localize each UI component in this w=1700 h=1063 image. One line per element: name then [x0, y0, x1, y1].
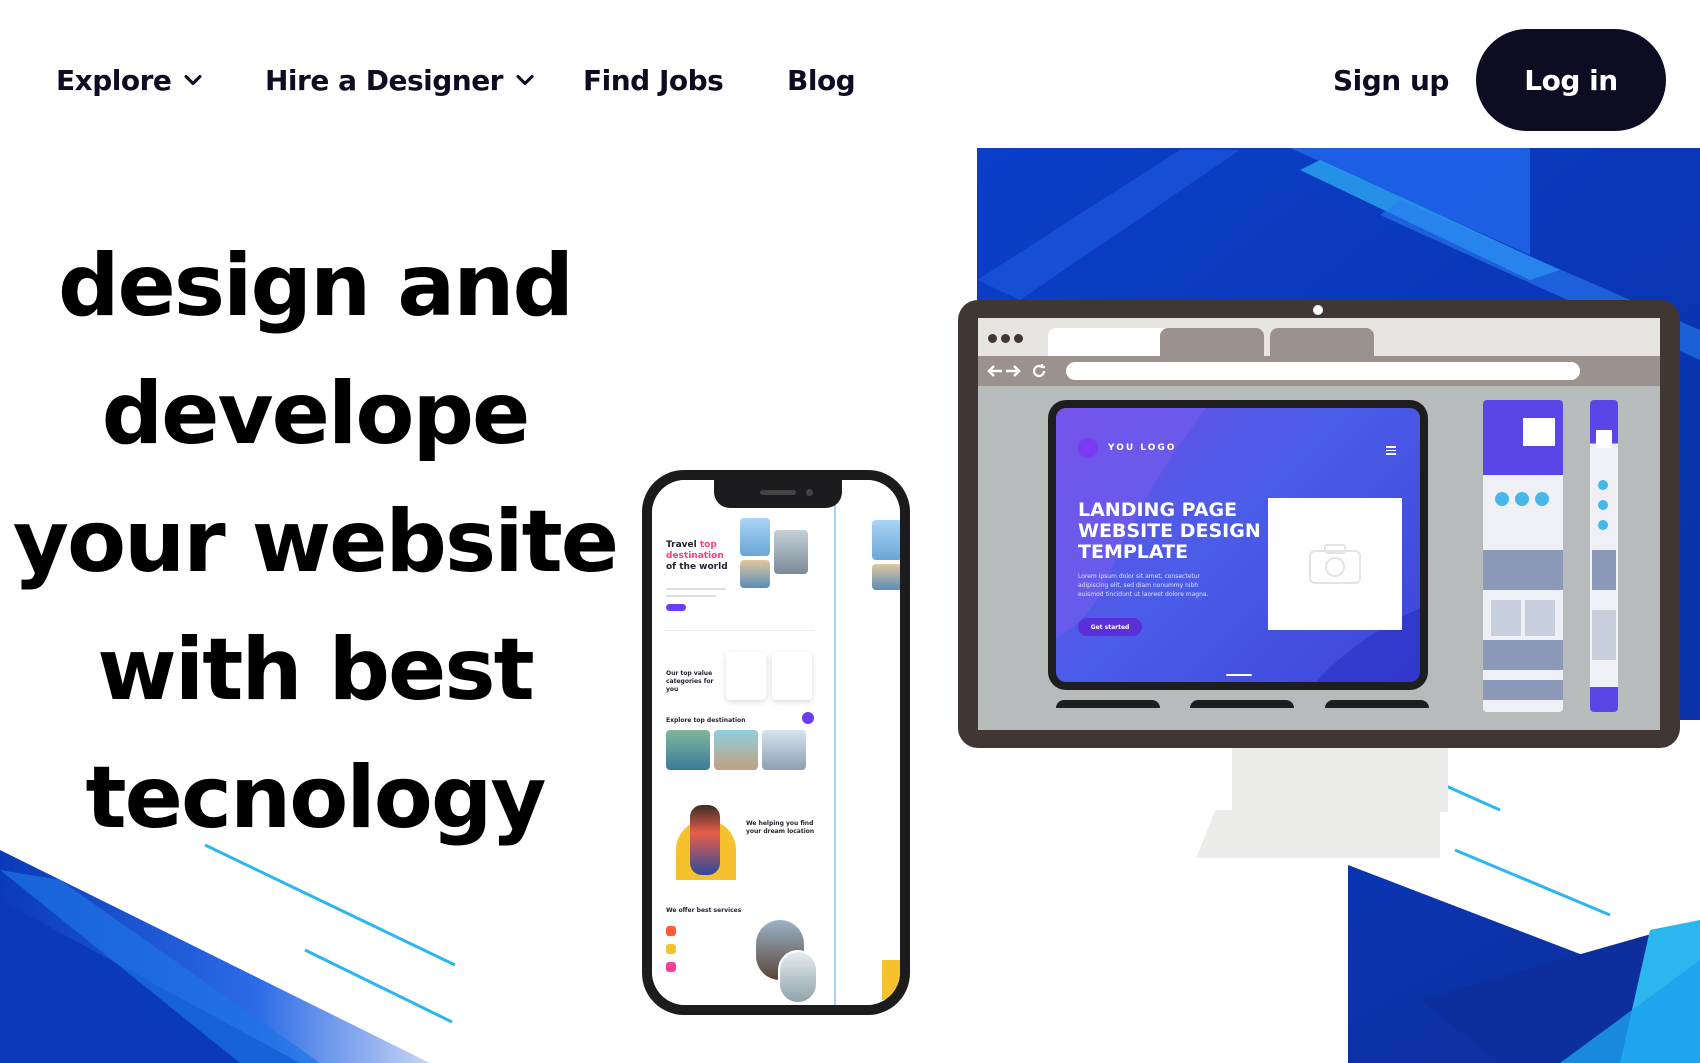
tablet-logo-mark — [1078, 438, 1098, 458]
phone-photo — [778, 950, 818, 1004]
arrow-right-icon — [1006, 365, 1021, 377]
phone-app-column-partial — [838, 480, 900, 1005]
phone-photo — [740, 560, 770, 588]
browser-tab-bar — [978, 318, 1660, 356]
tablet-logo-text: YOU LOGO — [1108, 443, 1177, 453]
tablet-title: LANDING PAGE WEBSITE DESIGN TEMPLATE — [1078, 499, 1261, 563]
tablet-edge — [1190, 700, 1294, 708]
nav-explore-label: Explore — [56, 63, 172, 97]
sign-up-label: Sign up — [1333, 63, 1449, 97]
browser-tab — [1160, 328, 1264, 356]
phone-section-2: Explore top destination — [666, 717, 746, 724]
nav-blog-label: Blog — [787, 63, 856, 97]
camera-dot — [1313, 305, 1323, 315]
tablet-edge — [1056, 700, 1160, 708]
phone-notch — [714, 480, 842, 508]
log-in-label: Log in — [1524, 63, 1618, 97]
hero-headline: design and develope your website with be… — [10, 222, 620, 862]
phone-photo — [762, 730, 806, 770]
chevron-down-icon — [184, 74, 202, 86]
hero-line-5: tecnology — [85, 748, 547, 848]
menu-icon — [1386, 446, 1396, 455]
monitor-stand-neck — [1232, 748, 1448, 812]
nav-hire-designer[interactable]: Hire a Designer — [265, 56, 539, 104]
phone-screen: Travel top destination of the world Our to… — [652, 480, 900, 1005]
monitor-stand-base — [1196, 810, 1440, 858]
home-indicator — [1226, 674, 1252, 676]
phone-photo — [714, 730, 758, 770]
page-preview-strip — [1590, 400, 1618, 712]
tablet-lorem: Lorem ipsum dolor sit amet, consectetur … — [1078, 573, 1209, 598]
hero-line-1: design and — [57, 236, 574, 336]
phone-section-3: We helping you find your dream location — [746, 820, 815, 835]
nav-hire-label: Hire a Designer — [265, 63, 504, 97]
phone-photo — [774, 530, 808, 574]
nav-blog[interactable]: Blog — [787, 56, 856, 104]
phone-app-column: Travel top destination of the world Our to… — [652, 480, 834, 1005]
chevron-down-icon — [516, 74, 534, 86]
monitor-screen: YOU LOGO LANDING PAGE WEBSITE DESIGN TEM… — [978, 318, 1660, 730]
phone-traveler-illustration — [690, 805, 720, 875]
hero-line-2: develope — [101, 364, 531, 464]
phone-photo — [740, 518, 770, 556]
tablet-cta-button: Get started — [1078, 618, 1142, 636]
arrow-left-icon — [987, 365, 1002, 377]
tablet-edge — [1325, 700, 1429, 708]
hero-line-4: with best — [97, 620, 534, 720]
monitor-mockup: YOU LOGO LANDING PAGE WEBSITE DESIGN TEM… — [958, 300, 1680, 748]
phone-section-4: We offer best services — [666, 907, 742, 914]
refresh-icon — [1032, 364, 1046, 378]
nav-explore[interactable]: Explore — [56, 56, 207, 104]
sign-up-link[interactable]: Sign up — [1333, 56, 1449, 104]
url-field — [1066, 362, 1580, 380]
nav-find-jobs-label: Find Jobs — [583, 63, 724, 97]
browser-address-bar — [978, 356, 1660, 386]
tablet-screen: YOU LOGO LANDING PAGE WEBSITE DESIGN TEM… — [1056, 408, 1420, 682]
phone-hero-title: Travel top destination of the world — [666, 540, 728, 572]
phone-photo — [666, 730, 710, 770]
tablet-cta-label: Get started — [1090, 623, 1130, 631]
phone-section-1: Our top value categories for you — [666, 670, 714, 693]
nav-find-jobs[interactable]: Find Jobs — [583, 56, 724, 104]
page-preview-strip — [1483, 400, 1563, 712]
camera-icon — [1309, 544, 1361, 584]
tablet-mockup: YOU LOGO LANDING PAGE WEBSITE DESIGN TEM… — [1048, 400, 1428, 690]
window-dots — [988, 334, 1023, 343]
hero-line-3: your website — [12, 492, 619, 592]
phone-mockup: Travel top destination of the world Our to… — [642, 470, 910, 1015]
log-in-button[interactable]: Log in — [1476, 29, 1666, 131]
browser-tab — [1270, 328, 1374, 356]
tablet-photo-placeholder — [1268, 498, 1402, 630]
